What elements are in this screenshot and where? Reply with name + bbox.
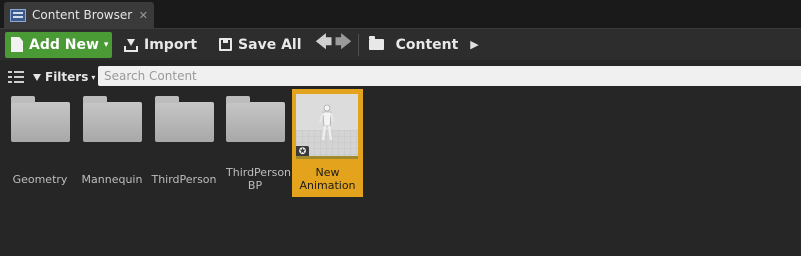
- chevron-down-icon: ▾: [103, 39, 109, 50]
- folder-mannequin[interactable]: Mannequin: [77, 92, 147, 195]
- asset-label: ThirdPerson BP: [226, 166, 292, 192]
- asset-label: New Animation: [299, 166, 356, 192]
- filters-label: Filters: [45, 70, 89, 84]
- asset-label: Geometry: [12, 173, 68, 186]
- folder-thirdperson-bp[interactable]: ThirdPerson BP: [220, 92, 292, 195]
- import-label: Import: [144, 36, 198, 53]
- asset-new-animation[interactable]: ✪ New Animation: [292, 89, 363, 197]
- import-icon: [124, 38, 138, 52]
- folder-thirdperson[interactable]: ThirdPerson: [149, 92, 219, 195]
- sources-panel-toggle-icon[interactable]: [8, 70, 24, 84]
- add-new-button[interactable]: Add New ▾: [5, 31, 112, 58]
- content-browser-icon: [10, 8, 26, 22]
- tab-bar: Content Browser ✕: [0, 0, 801, 28]
- folder-icon: [368, 36, 384, 50]
- search-input[interactable]: [98, 66, 801, 86]
- path-content-button[interactable]: Content: [368, 32, 459, 58]
- asset-label: Mannequin: [81, 173, 143, 186]
- folder-icon: [226, 96, 285, 142]
- chevron-right-icon[interactable]: ▶: [470, 38, 478, 51]
- save-all-label: Save All: [238, 36, 302, 53]
- folder-icon: [155, 96, 214, 142]
- filter-bar: Filters ▾: [0, 66, 801, 88]
- folder-icon: [83, 96, 142, 142]
- filter-icon: [33, 73, 41, 81]
- folder-geometry[interactable]: Geometry: [5, 92, 75, 195]
- back-arrow-icon[interactable]: 🡄: [316, 31, 333, 58]
- animation-thumbnail: ✪: [296, 94, 358, 158]
- asset-type-color-strip: [296, 156, 358, 159]
- asset-label: ThirdPerson: [151, 173, 217, 186]
- filters-button[interactable]: Filters ▾: [33, 70, 95, 84]
- chevron-down-icon: ▾: [91, 72, 96, 82]
- tab-content-browser[interactable]: Content Browser ✕: [4, 2, 154, 28]
- close-icon[interactable]: ✕: [139, 9, 148, 22]
- toolbar-divider: [357, 33, 359, 56]
- import-button[interactable]: Import: [124, 32, 197, 58]
- save-all-button[interactable]: Save All: [219, 32, 302, 58]
- folder-icon: [11, 96, 70, 142]
- toolbar: Add New ▾ Import Save All 🡄 🡆 Content ▶: [0, 28, 801, 60]
- save-icon: [219, 38, 233, 51]
- path-root-label: Content: [395, 36, 459, 53]
- forward-arrow-icon[interactable]: 🡆: [335, 31, 352, 58]
- tab-title: Content Browser: [32, 8, 133, 22]
- add-new-label: Add New: [29, 36, 99, 53]
- new-document-icon: [11, 37, 23, 52]
